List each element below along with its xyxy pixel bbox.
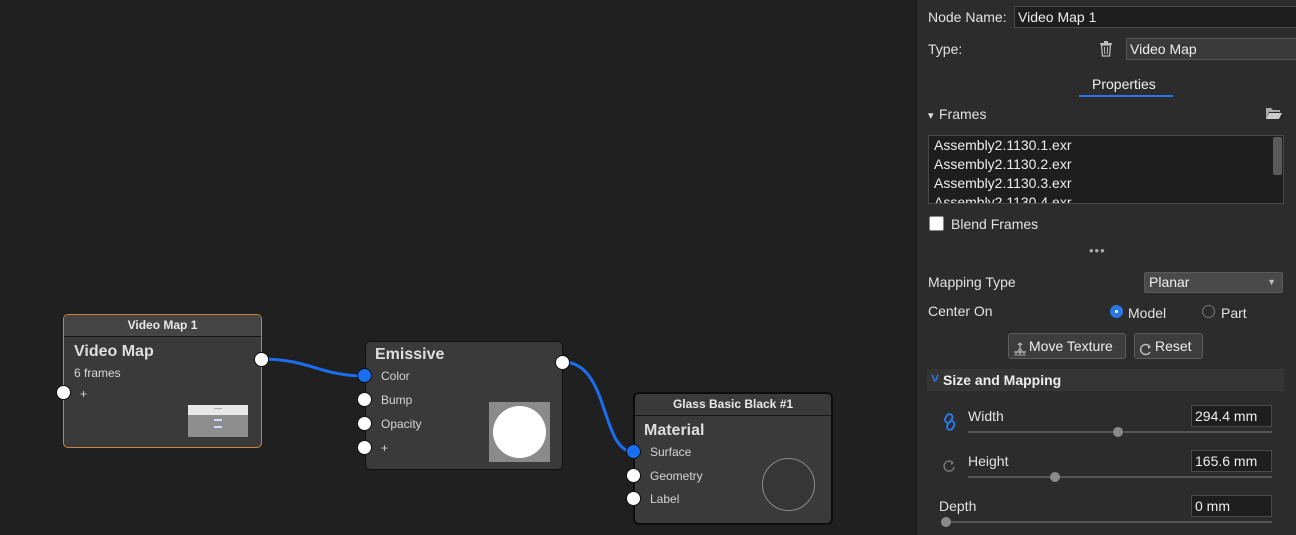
reset-icon <box>1139 339 1153 363</box>
move-texture-label: Move Texture <box>1029 338 1113 354</box>
depth-slider-track[interactable] <box>946 521 1272 523</box>
list-item[interactable]: Assembly2.1130.3.exr <box>929 174 1283 193</box>
mapping-type-label: Mapping Type <box>928 274 1016 290</box>
depth-field[interactable]: 0 mm <box>1191 495 1272 517</box>
type-field[interactable]: Video Map <box>1126 38 1296 60</box>
trash-icon[interactable] <box>1098 40 1114 57</box>
depth-slider-knob[interactable] <box>941 517 951 527</box>
mapping-type-dropdown[interactable]: Planar ▼ <box>1144 272 1283 293</box>
chevron-down-icon: ▼ <box>1267 277 1276 287</box>
list-item[interactable]: Assembly2.1130.1.exr <box>929 136 1283 155</box>
center-on-part-radio[interactable] <box>1202 305 1215 318</box>
port-material-surface[interactable] <box>626 444 641 459</box>
size-mapping-label: Size and Mapping <box>943 372 1062 388</box>
port-label-surface: Surface <box>650 445 692 459</box>
frames-file-list[interactable]: Assembly2.1130.1.exr Assembly2.1130.2.ex… <box>928 135 1284 204</box>
height-label: Height <box>968 453 1009 469</box>
port-emissive-output[interactable] <box>555 355 570 370</box>
node-header: Video Map 1 <box>64 315 261 337</box>
center-on-model-label: Model <box>1128 305 1167 321</box>
add-port-label[interactable]: + <box>381 441 388 455</box>
node-type-label: Emissive <box>375 346 445 363</box>
refresh-icon[interactable] <box>942 459 956 473</box>
node-header: Glass Basic Black #1 <box>635 394 831 416</box>
node-name-field[interactable]: Video Map 1 <box>1014 6 1296 28</box>
move-icon <box>1013 339 1027 363</box>
depth-label: Depth <box>939 498 977 514</box>
center-on-model-radio[interactable] <box>1110 305 1123 318</box>
video-thumbnail <box>188 405 248 437</box>
size-mapping-section-header[interactable]: ˅ Size and Mapping <box>927 369 1284 391</box>
node-video-map[interactable]: Video Map 1 Video Map 6 frames + <box>63 314 262 448</box>
width-label: Width <box>968 408 1004 424</box>
port-label-opacity: Opacity <box>381 417 422 431</box>
height-field[interactable]: 165.6 mm <box>1191 450 1272 472</box>
port-material-geometry[interactable] <box>626 468 641 483</box>
port-emissive-bump[interactable] <box>357 392 372 407</box>
move-texture-button[interactable]: Move Texture <box>1008 333 1126 359</box>
node-name-label: Node Name: <box>928 9 1007 25</box>
tab-properties-underline <box>1079 95 1173 97</box>
node-subtitle: 6 frames <box>74 366 121 380</box>
more-options-icon[interactable]: ••• <box>1089 243 1106 258</box>
port-label-label: Label <box>650 492 680 506</box>
wire-emissive-material <box>562 360 635 454</box>
port-material-label[interactable] <box>626 491 641 506</box>
port-emissive-add[interactable] <box>357 440 372 455</box>
node-type-label: Material <box>644 422 705 439</box>
node-emissive[interactable]: Emissive Color Bump Opacity + <box>365 341 563 470</box>
height-slider-knob[interactable] <box>1050 472 1060 482</box>
blend-frames-label: Blend Frames <box>951 216 1039 232</box>
list-item[interactable]: Assembly2.1130.2.exr <box>929 155 1283 174</box>
blend-frames-checkbox[interactable] <box>929 216 944 231</box>
list-scrollbar[interactable] <box>1273 137 1282 175</box>
frames-label: Frames <box>939 106 987 122</box>
type-label: Type: <box>928 41 963 57</box>
node-material[interactable]: Glass Basic Black #1 Material Surface Ge… <box>634 393 832 524</box>
port-emissive-opacity[interactable] <box>357 416 372 431</box>
material-preview <box>762 458 815 511</box>
port-video-map-output[interactable] <box>254 352 269 367</box>
reset-label: Reset <box>1155 338 1192 354</box>
link-icon[interactable] <box>942 413 958 431</box>
reset-button[interactable]: Reset <box>1134 333 1203 359</box>
wire-videomap-emissive <box>260 357 366 378</box>
node-graph-canvas[interactable]: Video Map 1 Video Map 6 frames + Emissiv… <box>0 0 916 535</box>
section-toggle-icon: ˅ <box>931 370 940 386</box>
center-on-part-label: Part <box>1221 305 1247 321</box>
port-label-geometry: Geometry <box>650 469 703 483</box>
port-label-color: Color <box>381 369 410 383</box>
center-on-label: Center On <box>928 303 993 319</box>
emissive-preview <box>489 402 550 462</box>
frames-toggle[interactable]: ▾ <box>928 109 934 122</box>
properties-panel: Node Name: Video Map 1 Type: Video Map P… <box>916 0 1296 535</box>
folder-icon[interactable] <box>1265 106 1283 120</box>
width-slider-knob[interactable] <box>1113 427 1123 437</box>
width-field[interactable]: 294.4 mm <box>1191 405 1272 427</box>
height-slider-track[interactable] <box>968 476 1272 478</box>
list-item[interactable]: Assembly2.1130.4.exr <box>929 193 1283 203</box>
tab-properties[interactable]: Properties <box>1092 76 1156 92</box>
port-emissive-color[interactable] <box>357 368 372 383</box>
port-label-bump: Bump <box>381 393 413 407</box>
node-type-label: Video Map <box>74 343 154 360</box>
port-video-map-input[interactable] <box>56 385 71 400</box>
mapping-type-value: Planar <box>1149 274 1190 290</box>
add-port-label[interactable]: + <box>80 387 87 401</box>
